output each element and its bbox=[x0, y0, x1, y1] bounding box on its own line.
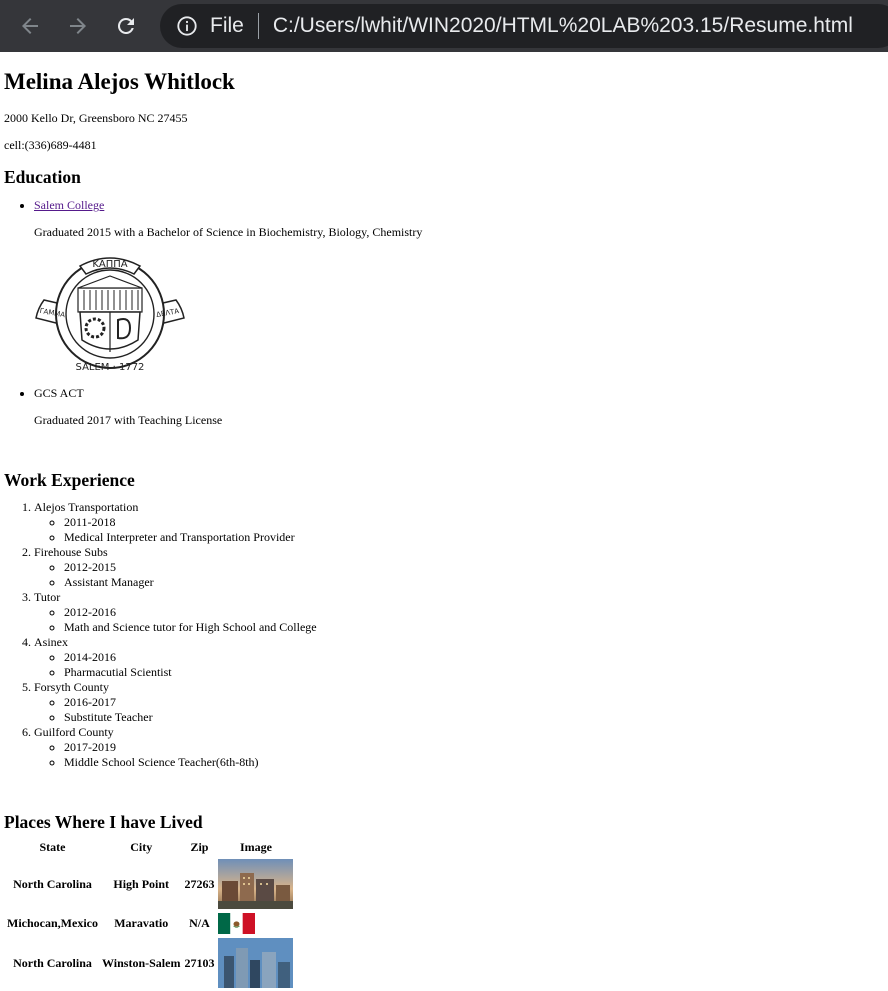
address: 2000 Kello Dr, Greensboro NC 27455 bbox=[4, 111, 188, 125]
salem-college-seal-image: ΚΑΠΠΑ ΓΑΜΜΑ ΔΕΛΤΑ SALEM · 1772 bbox=[35, 257, 185, 373]
salem-college-link[interactable]: Salem College bbox=[34, 198, 104, 212]
divider bbox=[257, 13, 259, 39]
employer: Forsyth County bbox=[34, 680, 110, 694]
employer: Guilford County bbox=[34, 725, 114, 739]
job-role: Medical Interpreter and Transportation P… bbox=[64, 530, 884, 545]
high-point-skyline-image bbox=[218, 859, 294, 909]
job-years: 2012-2015 bbox=[64, 560, 884, 575]
places-heading: Places Where I have Lived bbox=[4, 812, 203, 832]
job-details: 2016-2017 Substitute Teacher bbox=[34, 695, 884, 725]
cell-city: Winston-Salem bbox=[101, 955, 181, 970]
page-content: Melina Alejos Whitlock 2000 Kello Dr, Gr… bbox=[0, 68, 888, 991]
back-button[interactable] bbox=[15, 11, 45, 41]
reload-icon bbox=[117, 17, 134, 34]
job-item: Firehouse Subs 2012-2015 Assistant Manag… bbox=[34, 545, 884, 590]
job-role: Assistant Manager bbox=[64, 575, 884, 590]
work-list: Alejos Transportation 2011-2018 Medical … bbox=[4, 500, 884, 770]
table-header-row: State City Zip Image bbox=[6, 839, 294, 856]
info-icon[interactable] bbox=[176, 15, 198, 37]
job-role: Middle School Science Teacher(6th-8th) bbox=[64, 755, 884, 770]
education-item: Salem College Graduated 2015 with a Bach… bbox=[34, 197, 884, 380]
table-row: North Carolina High Point 27263 bbox=[6, 858, 294, 910]
cell-image bbox=[217, 937, 294, 989]
browser-toolbar: File C:/Users/lwhit/WIN2020/HTML%20LAB%2… bbox=[0, 0, 888, 52]
address-bar[interactable]: File C:/Users/lwhit/WIN2020/HTML%20LAB%2… bbox=[160, 4, 888, 48]
cell-city: High Point bbox=[113, 876, 170, 891]
job-years: 2012-2016 bbox=[64, 605, 884, 620]
job-details: 2012-2016 Math and Science tutor for Hig… bbox=[34, 605, 884, 635]
column-header-image: Image bbox=[239, 840, 272, 854]
education-heading: Education bbox=[4, 167, 81, 187]
table-row: North Carolina Winston-Salem 27103 bbox=[6, 937, 294, 989]
education-description: Graduated 2015 with a Bachelor of Scienc… bbox=[34, 225, 423, 239]
job-item: Forsyth County 2016-2017 Substitute Teac… bbox=[34, 680, 884, 725]
url-scheme-label: File bbox=[210, 14, 244, 37]
job-years: 2014-2016 bbox=[64, 650, 884, 665]
job-details: 2012-2015 Assistant Manager bbox=[34, 560, 884, 590]
places-table: State City Zip Image North Carolina High… bbox=[4, 837, 296, 991]
table-row: Michocan,Mexico Maravatio N/A bbox=[6, 912, 294, 935]
job-role: Math and Science tutor for High School a… bbox=[64, 620, 884, 635]
job-years: 2017-2019 bbox=[64, 740, 884, 755]
seal-top-text: ΚΑΠΠΑ bbox=[92, 259, 127, 270]
seal-bottom-text: SALEM · 1772 bbox=[76, 362, 145, 373]
cell-zip: 27103 bbox=[184, 955, 215, 970]
column-header-zip: Zip bbox=[190, 840, 209, 854]
job-item: Asinex 2014-2016 Pharmacutial Scientist bbox=[34, 635, 884, 680]
cell-zip: N/A bbox=[189, 916, 210, 930]
job-details: 2011-2018 Medical Interpreter and Transp… bbox=[34, 515, 884, 545]
work-experience-heading: Work Experience bbox=[4, 470, 135, 490]
cell-image bbox=[217, 912, 294, 935]
mexico-flag-image bbox=[218, 913, 256, 934]
cell-image bbox=[217, 858, 294, 910]
reload-button[interactable] bbox=[111, 11, 141, 41]
school-name: GCS ACT bbox=[34, 386, 84, 400]
employer: Firehouse Subs bbox=[34, 545, 108, 559]
arrow-left-icon bbox=[22, 18, 38, 34]
job-role: Substitute Teacher bbox=[64, 710, 884, 725]
job-years: 2016-2017 bbox=[64, 695, 884, 710]
job-item: Alejos Transportation 2011-2018 Medical … bbox=[34, 500, 884, 545]
employer: Alejos Transportation bbox=[34, 500, 139, 514]
winston-salem-skyline-image bbox=[218, 938, 294, 988]
forward-button[interactable] bbox=[63, 11, 93, 41]
education-description: Graduated 2017 with Teaching License bbox=[34, 413, 223, 427]
cell-phone: cell:(336)689-4481 bbox=[4, 138, 97, 152]
url-text[interactable]: C:/Users/lwhit/WIN2020/HTML%20LAB%203.15… bbox=[273, 14, 853, 38]
job-details: 2017-2019 Middle School Science Teacher(… bbox=[34, 740, 884, 770]
cell-state: Michocan,Mexico bbox=[7, 916, 98, 930]
job-item: Tutor 2012-2016 Math and Science tutor f… bbox=[34, 590, 884, 635]
employer: Asinex bbox=[34, 635, 68, 649]
resume-name: Melina Alejos Whitlock bbox=[4, 69, 235, 94]
job-years: 2011-2018 bbox=[64, 515, 884, 530]
employer: Tutor bbox=[34, 590, 61, 604]
cell-state: North Carolina bbox=[13, 955, 92, 970]
arrow-right-icon bbox=[70, 18, 86, 34]
job-details: 2014-2016 Pharmacutial Scientist bbox=[34, 650, 884, 680]
job-role: Pharmacutial Scientist bbox=[64, 665, 884, 680]
cell-state: North Carolina bbox=[13, 876, 92, 891]
education-item: GCS ACT Graduated 2017 with Teaching Lic… bbox=[34, 385, 884, 428]
column-header-state: State bbox=[39, 840, 66, 854]
cell-zip: 27263 bbox=[184, 876, 215, 891]
column-header-city: City bbox=[130, 840, 153, 854]
job-item: Guilford County 2017-2019 Middle School … bbox=[34, 725, 884, 770]
cell-city: Maravatio bbox=[114, 916, 169, 930]
education-list: Salem College Graduated 2015 with a Bach… bbox=[4, 197, 884, 428]
